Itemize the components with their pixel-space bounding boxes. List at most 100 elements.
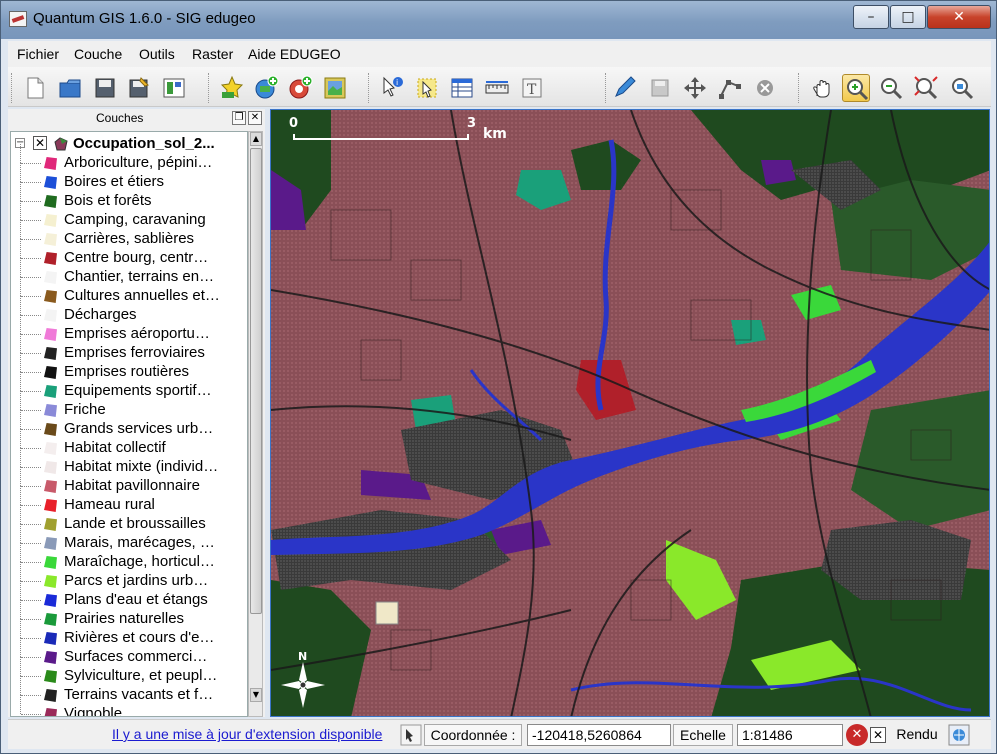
tree-line <box>21 429 41 430</box>
zoom-full-icon[interactable] <box>912 74 940 102</box>
add-wms-layer-icon[interactable] <box>321 74 349 102</box>
layer-tree[interactable]: − ✕ Occupation_sol_2... Arboriculture, p… <box>10 131 248 717</box>
legend-label: Emprises ferroviaires <box>64 344 205 361</box>
tree-line <box>21 163 41 164</box>
legend-swatch-icon <box>44 499 57 512</box>
pan-icon[interactable] <box>808 74 836 102</box>
scroll-down-button[interactable]: ▼ <box>250 688 262 702</box>
legend-item[interactable]: Parcs et jardins urb… <box>11 562 247 591</box>
scroll-thumb[interactable] <box>250 148 262 614</box>
identify-icon[interactable]: i <box>378 74 406 102</box>
legend-item[interactable]: Décharges <box>11 296 247 325</box>
open-project-icon[interactable] <box>56 74 84 102</box>
legend-swatch-icon <box>44 632 57 645</box>
legend-item[interactable]: Plans d'eau et étangs <box>11 581 247 610</box>
attribute-table-icon[interactable] <box>448 74 476 102</box>
close-window-button[interactable]: ✕ <box>927 5 991 29</box>
print-composer-icon[interactable] <box>160 74 188 102</box>
mouse-coordinates-icon[interactable] <box>400 724 422 746</box>
text-annotation-icon[interactable]: T <box>518 74 546 102</box>
legend-item[interactable]: Bois et forêts <box>11 182 247 211</box>
add-postgis-layer-icon[interactable] <box>286 74 314 102</box>
menu-fichier[interactable]: Fichier <box>17 46 59 62</box>
tree-line <box>21 543 41 544</box>
legend-swatch-icon <box>44 689 57 702</box>
legend-item[interactable]: Habitat pavillonnaire <box>11 467 247 496</box>
save-project-icon[interactable] <box>91 74 119 102</box>
legend-item[interactable]: Surfaces commerci… <box>11 638 247 667</box>
legend-swatch-icon <box>44 651 57 664</box>
legend-label: Décharges <box>64 306 137 323</box>
legend-item[interactable]: Emprises ferroviaires <box>11 334 247 363</box>
legend-item[interactable]: Vignoble <box>11 695 247 716</box>
add-vector-layer-icon[interactable] <box>218 74 246 102</box>
zoom-out-icon[interactable] <box>877 74 905 102</box>
move-feature-icon[interactable] <box>681 74 709 102</box>
save-as-icon[interactable] <box>125 74 153 102</box>
projection-icon[interactable] <box>948 724 970 746</box>
tree-line <box>20 600 21 619</box>
tree-line <box>20 467 21 486</box>
scale-field[interactable]: 1:81486 <box>737 724 843 746</box>
map-canvas[interactable]: 0 3 km N <box>270 109 990 717</box>
layer-tree-scrollbar[interactable]: ▲ ▼ <box>248 131 263 717</box>
plugin-update-link[interactable]: Il y a une mise à jour d'extension dispo… <box>112 726 382 742</box>
title-bar[interactable]: Quantum GIS 1.6.0 - SIG edugeo – □ ✕ <box>1 1 996 39</box>
legend-item[interactable]: Centre bourg, centr… <box>11 239 247 268</box>
legend-item[interactable]: Hameau rural <box>11 486 247 515</box>
legend-label: Rivières et cours d'e… <box>64 629 215 646</box>
scale-bar: 0 3 km <box>283 116 513 146</box>
legend-item[interactable]: Maraîchage, horticul… <box>11 543 247 572</box>
maximize-button[interactable]: □ <box>890 5 926 29</box>
float-panel-button[interactable]: ❐ <box>232 111 246 125</box>
legend-item[interactable]: Friche <box>11 391 247 420</box>
legend-item[interactable]: Rivières et cours d'e… <box>11 619 247 648</box>
legend-item[interactable]: Cultures annuelles et… <box>11 277 247 306</box>
tree-line <box>21 391 41 392</box>
legend-item[interactable]: Chantier, terrains en… <box>11 258 247 287</box>
legend-item[interactable]: Emprises aéroportu… <box>11 315 247 344</box>
measure-line-icon[interactable] <box>483 74 511 102</box>
stop-render-icon[interactable]: ✕ <box>846 724 868 746</box>
legend-item[interactable]: Habitat mixte (individ… <box>11 448 247 477</box>
legend-item[interactable]: Terrains vacants et f… <box>11 676 247 705</box>
legend-item[interactable]: Habitat collectif <box>11 429 247 458</box>
add-raster-layer-icon[interactable] <box>252 74 280 102</box>
layer-row-occupation-sol[interactable]: − ✕ Occupation_sol_2... <box>11 134 247 154</box>
toggle-editing-icon[interactable] <box>611 74 639 102</box>
legend-item[interactable]: Arboriculture, pépini… <box>11 144 247 173</box>
save-edits-icon[interactable] <box>646 74 674 102</box>
legend-item[interactable]: Prairies naturelles <box>11 600 247 629</box>
layer-visibility-checkbox[interactable]: ✕ <box>33 136 47 150</box>
new-project-icon[interactable] <box>21 74 49 102</box>
render-checkbox[interactable]: ✕ <box>870 727 886 743</box>
close-panel-button[interactable]: ✕ <box>248 111 262 125</box>
select-features-icon[interactable] <box>413 74 441 102</box>
legend-swatch-icon <box>44 423 57 436</box>
legend-label: Camping, caravaning <box>64 211 206 228</box>
legend-item[interactable]: Carrières, sablières <box>11 220 247 249</box>
menu-aide-edugeo[interactable]: Aide EDUGEO <box>248 46 341 62</box>
legend-item[interactable]: Boires et étiers <box>11 163 247 192</box>
layers-panel-header[interactable]: Couches ❐ ✕ <box>8 109 265 129</box>
menu-outils[interactable]: Outils <box>139 46 175 62</box>
zoom-in-icon[interactable] <box>842 74 870 102</box>
land-use-map <box>271 110 989 716</box>
legend-item[interactable]: Equipements sportif… <box>11 372 247 401</box>
minimize-button[interactable]: – <box>853 5 889 29</box>
toolbar-grip[interactable] <box>11 73 15 103</box>
menu-couche[interactable]: Couche <box>74 46 122 62</box>
menu-raster[interactable]: Raster <box>192 46 233 62</box>
legend-item[interactable]: Camping, caravaning <box>11 201 247 230</box>
legend-swatch-icon <box>44 518 57 531</box>
zoom-layer-icon[interactable] <box>948 74 976 102</box>
legend-item[interactable]: Marais, marécages, … <box>11 524 247 553</box>
legend-item[interactable]: Grands services urb… <box>11 410 247 439</box>
node-tool-icon[interactable] <box>716 74 744 102</box>
scroll-up-button[interactable]: ▲ <box>250 132 262 146</box>
delete-selected-icon[interactable] <box>751 74 779 102</box>
legend-item[interactable]: Lande et broussailles <box>11 505 247 534</box>
coordinate-field[interactable]: -120418,5260864 <box>527 724 671 746</box>
legend-item[interactable]: Sylviculture, et peupl… <box>11 657 247 686</box>
legend-item[interactable]: Emprises routières <box>11 353 247 382</box>
